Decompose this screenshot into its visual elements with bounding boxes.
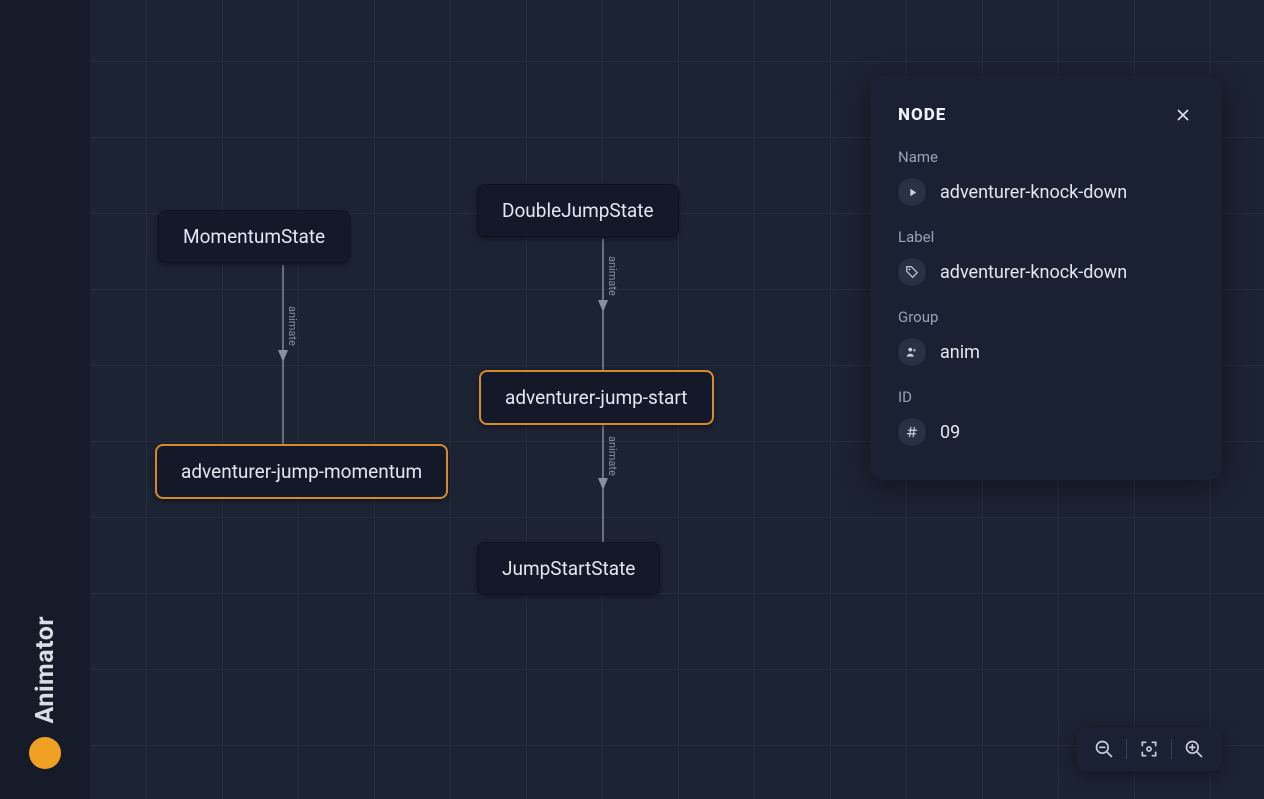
field-name: Name adventurer-knock-down [898, 148, 1194, 206]
play-icon [898, 178, 926, 206]
focus-icon [1139, 739, 1159, 759]
tag-icon [898, 258, 926, 286]
zoom-toolbar [1076, 727, 1222, 771]
edge-label: animate [606, 256, 619, 296]
field-id-value: 09 [940, 422, 960, 443]
field-label: Label adventurer-knock-down [898, 228, 1194, 286]
users-icon [898, 338, 926, 366]
close-icon [1174, 106, 1192, 124]
edge-momentum-arrow-icon [278, 350, 288, 362]
node-momentum-state[interactable]: MomentumState [158, 210, 350, 263]
sidebar: Animator [0, 0, 90, 799]
field-group: Group anim [898, 308, 1194, 366]
field-label-value: adventurer-knock-down [940, 262, 1127, 283]
node-jump-start-state[interactable]: JumpStartState [477, 542, 660, 595]
field-label-label: Label [898, 228, 1194, 246]
close-button[interactable] [1172, 104, 1194, 126]
zoom-in-icon [1184, 739, 1204, 759]
brand-dot-icon [29, 737, 61, 769]
field-group-value: anim [940, 342, 980, 363]
node-inspector-panel: NODE Name adventurer-knock-down Label ad… [870, 76, 1222, 480]
edge-doublejump-arrow-icon [598, 300, 608, 312]
field-id-label: ID [898, 388, 1194, 406]
node-adventurer-jump-start[interactable]: adventurer-jump-start [479, 370, 714, 425]
field-group-label: Group [898, 308, 1194, 326]
toolbar-separator [1126, 739, 1127, 759]
zoom-out-button[interactable] [1090, 735, 1118, 763]
zoom-out-icon [1094, 739, 1114, 759]
field-name-value: adventurer-knock-down [940, 182, 1127, 203]
panel-title: NODE [898, 105, 946, 125]
hash-icon [898, 418, 926, 446]
node-double-jump-state[interactable]: DoubleJumpState [477, 184, 679, 237]
graph-canvas[interactable]: animate animate animate MomentumState Do… [90, 0, 1264, 799]
zoom-in-button[interactable] [1180, 735, 1208, 763]
edge-label: animate [606, 436, 619, 476]
node-adventurer-jump-momentum[interactable]: adventurer-jump-momentum [155, 444, 448, 499]
field-id: ID 09 [898, 388, 1194, 446]
edge-label: animate [286, 306, 299, 346]
toolbar-separator [1171, 739, 1172, 759]
edge-jumpstart-arrow-icon [598, 478, 608, 490]
app-title: Animator [31, 616, 60, 723]
zoom-fit-button[interactable] [1135, 735, 1163, 763]
field-name-label: Name [898, 148, 1194, 166]
